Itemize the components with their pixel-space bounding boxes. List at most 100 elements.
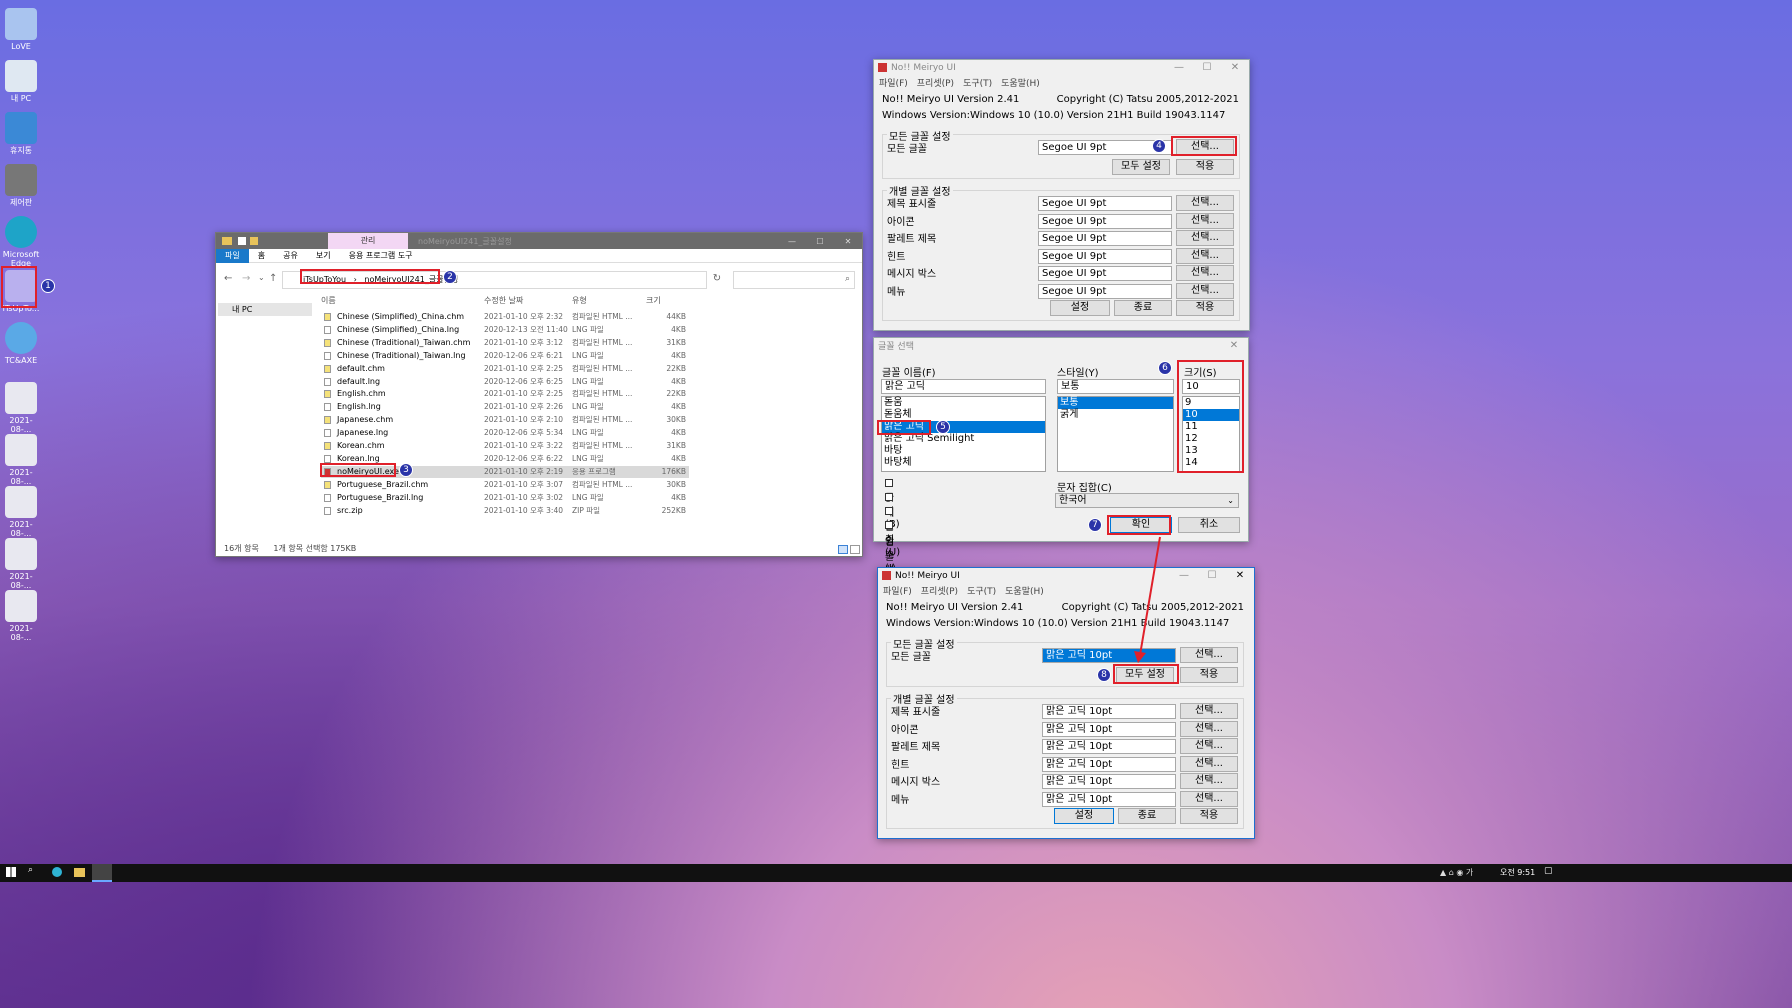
font-item-field[interactable]: Segoe UI 9pt [1038,231,1172,246]
new-folder-icon[interactable] [250,237,258,245]
column-header[interactable]: 이름 [321,295,336,306]
desktop-icon[interactable]: 2021-08-... [0,590,42,642]
apply-button[interactable]: 적용 [1176,300,1234,316]
explorer-icon[interactable] [74,868,85,877]
font-item-select-button[interactable]: 선택... [1180,703,1238,719]
file-row[interactable]: src.zip 2021-01-10 오후 3:40 ZIP 파일 252KB [321,505,689,517]
file-row[interactable]: Chinese (Simplified)_China.lng 2020-12-13… [321,324,689,336]
set-all-button[interactable]: 모두 설정 [1112,159,1170,175]
apply-all-button[interactable]: 적용 [1176,159,1234,175]
file-row[interactable]: English.lng 2021-01-10 오후 2:26 LNG 파일 4KB [321,401,689,413]
font-item-field[interactable]: Segoe UI 9pt [1038,196,1172,211]
exit-button[interactable]: 종료 [1118,808,1176,824]
font-item-select-button[interactable]: 선택... [1176,247,1234,264]
list-option[interactable]: 바탕체 [882,457,1045,469]
set-button[interactable]: 설정 [1050,300,1110,316]
column-header[interactable]: 크기 [646,295,661,306]
file-row[interactable]: default.chm 2021-01-10 오후 2:25 컴파일된 HTML .… [321,363,689,375]
file-row[interactable]: Japanese.chm 2021-01-10 오후 2:10 컴파일된 HTML … [321,414,689,426]
refresh-icon[interactable]: ↻ [709,273,725,284]
ribbon-tab[interactable]: 홈 [249,249,274,263]
menu-item[interactable]: 프리셋(P) [917,76,954,89]
desktop-icon[interactable]: LoVE [0,8,42,51]
select-font-button[interactable]: 선택... [1180,647,1238,663]
large-icons-view-icon[interactable] [850,545,860,554]
font-item-select-button[interactable]: 선택... [1176,230,1234,246]
edge-icon[interactable] [52,867,62,877]
font-item-field[interactable]: 맑은 고딕 10pt [1042,756,1176,772]
start-icon[interactable] [6,867,16,877]
font-item-select-button[interactable]: 선택... [1176,265,1234,281]
chevron-down-icon[interactable]: ⌄ [258,273,265,282]
desktop-icon[interactable]: 2021-08-... [0,434,42,486]
context-tab-manage[interactable]: 관리 [328,233,408,249]
font-item-select-button[interactable]: 선택... [1180,755,1238,772]
charset-select[interactable]: 한국어 ⌄ [1055,493,1239,508]
font-item-field[interactable]: Segoe UI 9pt [1038,283,1172,299]
file-row[interactable]: Japanese.lng 2020-12-06 오후 5:34 LNG 파일 4KB [321,427,689,439]
back-icon[interactable]: ← [224,273,232,284]
list-option[interactable]: 바탕 [882,445,1045,457]
file-row[interactable]: Portuguese_Brazil.chm 2021-01-10 오후 3:07 컴… [321,479,689,491]
font-item-select-button[interactable]: 선택... [1180,720,1238,737]
font-style-list[interactable]: 보통 굵게 [1057,396,1174,472]
file-row[interactable]: Chinese (Traditional)_Taiwan.chm 2021-01-… [321,337,689,349]
apply-all-button[interactable]: 적용 [1180,667,1238,683]
desktop-icon[interactable]: 제어판 [0,164,42,207]
menu-item[interactable]: 파일(F) [883,584,912,597]
desktop-icon[interactable]: Microsoft Edge [0,216,42,268]
list-option[interactable]: 돋움 [882,397,1045,409]
desktop-icon[interactable]: 휴지통 [0,112,42,155]
font-item-select-button[interactable]: 선택... [1176,282,1234,299]
desktop-icon[interactable]: 2021-08-... [0,538,42,590]
set-button[interactable]: 설정 [1054,808,1114,824]
font-item-field[interactable]: 맑은 고딕 10pt [1042,791,1176,807]
font-name-input[interactable]: 맑은 고딕 [881,379,1046,394]
font-item-field[interactable]: Segoe UI 9pt [1038,213,1172,229]
ribbon-tab[interactable]: 보기 [307,249,340,263]
column-header[interactable]: 수정한 날짜 [484,295,523,306]
notification-icon[interactable]: ▢ [1544,866,1553,876]
font-item-field[interactable]: Segoe UI 9pt [1038,248,1172,264]
meiryo-app-icon[interactable] [92,864,112,882]
close-button[interactable]: ✕ [1226,570,1254,581]
file-row[interactable]: default.lng 2020-12-06 오후 6:25 LNG 파일 4KB [321,376,689,388]
clock[interactable]: 오전 9:51 [1500,867,1535,878]
font-item-field[interactable]: Segoe UI 9pt [1038,266,1172,281]
menu-item[interactable]: 프리셋(P) [921,584,958,597]
maximize-button[interactable]: ☐ [1198,570,1226,581]
font-item-select-button[interactable]: 선택... [1176,195,1234,211]
file-row[interactable]: Chinese (Simplified)_China.chm 2021-01-10… [321,311,689,323]
apply-button[interactable]: 적용 [1180,808,1238,824]
list-option[interactable]: 굵게 [1058,409,1173,421]
details-view-icon[interactable] [838,545,848,554]
font-item-field[interactable]: 맑은 고딕 10pt [1042,774,1176,789]
desktop-icon[interactable]: 내 PC [0,60,42,103]
ribbon-tab[interactable]: 응용 프로그램 도구 [340,249,422,263]
file-row[interactable]: Portuguese_Brazil.lng 2021-01-10 오후 3:02 L… [321,492,689,504]
exit-button[interactable]: 종료 [1114,300,1172,316]
font-style-input[interactable]: 보통 [1057,379,1174,394]
menu-item[interactable]: 파일(F) [879,76,908,89]
maximize-button[interactable]: ☐ [806,237,834,246]
minimize-button[interactable]: — [1165,62,1193,73]
font-item-field[interactable]: 맑은 고딕 10pt [1042,721,1176,737]
file-row[interactable]: English.chm 2021-01-10 오후 2:25 컴파일된 HTML .… [321,388,689,400]
tray-icons[interactable]: ▲ ⌂ ◉ 가 [1440,867,1473,878]
desktop-icon[interactable]: TC&AXE [0,322,42,365]
desktop-icon[interactable]: 2021-08-... [0,486,42,538]
menu-item[interactable]: 도구(T) [963,76,992,89]
font-item-select-button[interactable]: 선택... [1180,773,1238,789]
desktop-icon[interactable]: 2021-08-... [0,382,42,434]
font-item-field[interactable]: 맑은 고딕 10pt [1042,704,1176,719]
font-item-select-button[interactable]: 선택... [1176,212,1234,229]
search-icon[interactable]: ⌕ [28,865,33,875]
menu-item[interactable]: 도움말(H) [1001,76,1040,89]
minimize-button[interactable]: — [1170,570,1198,581]
font-item-select-button[interactable]: 선택... [1180,738,1238,754]
file-row[interactable]: Chinese (Traditional)_Taiwan.lng 2020-12-… [321,350,689,362]
column-header[interactable]: 유형 [572,295,587,306]
close-button[interactable]: ✕ [834,237,862,246]
close-button[interactable]: ✕ [1221,62,1249,73]
ribbon-tab[interactable]: 파일 [216,248,249,263]
